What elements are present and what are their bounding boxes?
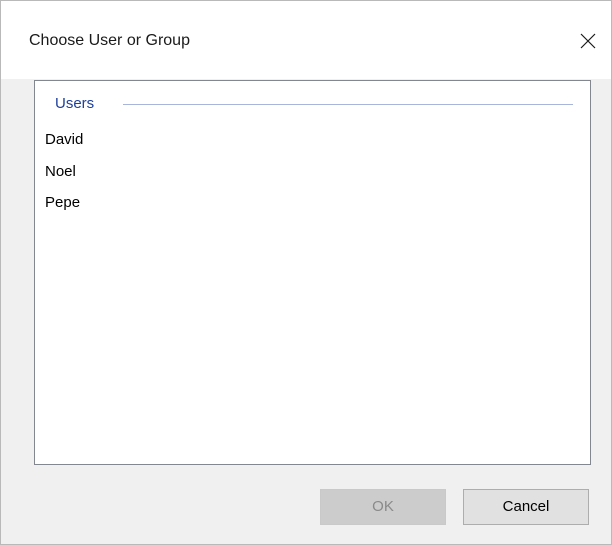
- choose-user-or-group-dialog: Choose User or Group Users David Noel Pe…: [0, 0, 612, 545]
- list-item-pepe[interactable]: Pepe: [45, 192, 80, 214]
- list-item-david[interactable]: David: [45, 129, 83, 151]
- close-button[interactable]: [565, 18, 611, 62]
- users-group-label: Users: [55, 95, 95, 112]
- users-group-header: Users: [55, 94, 573, 114]
- ok-button[interactable]: OK: [320, 489, 446, 525]
- close-icon: [580, 33, 596, 49]
- list-item-noel[interactable]: Noel: [45, 161, 76, 183]
- cancel-button[interactable]: Cancel: [463, 489, 589, 525]
- title-bar: Choose User or Group: [1, 1, 611, 79]
- users-listbox[interactable]: Users David Noel Pepe: [34, 80, 591, 465]
- dialog-title: Choose User or Group: [29, 32, 190, 49]
- group-divider-line: [123, 104, 573, 105]
